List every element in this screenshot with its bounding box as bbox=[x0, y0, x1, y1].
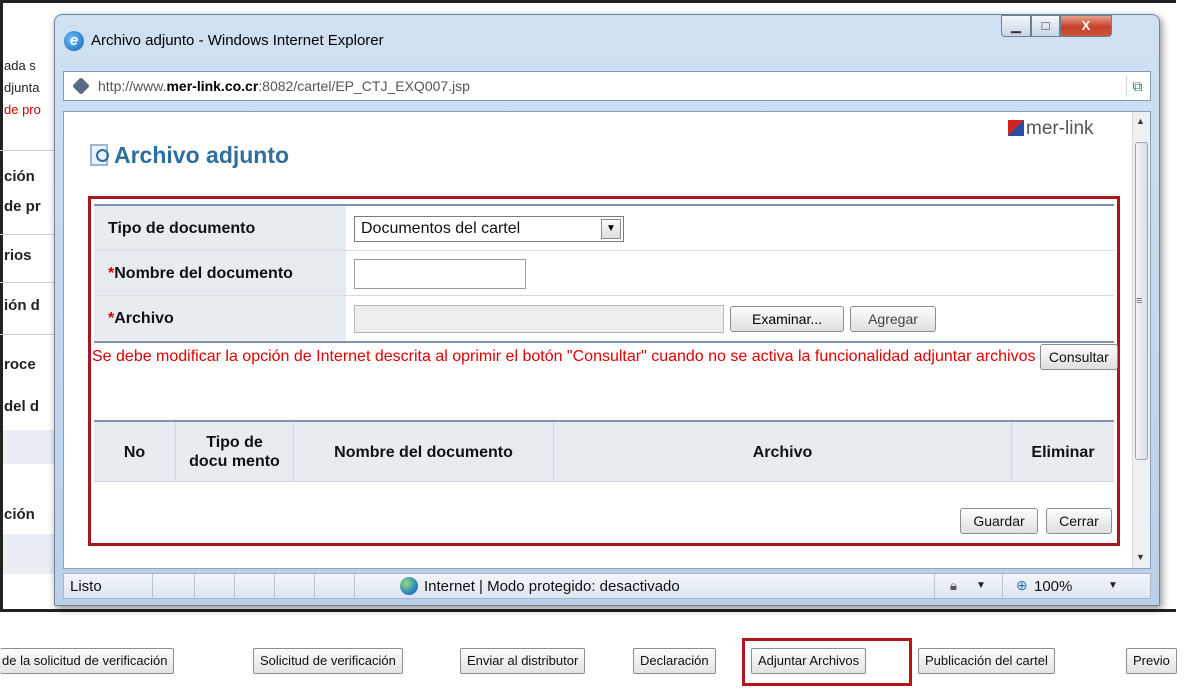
status-divider bbox=[314, 574, 315, 598]
bg-fragment-5: de pr bbox=[4, 198, 41, 215]
bg-separator bbox=[0, 282, 58, 283]
url-prefix: http://www. bbox=[98, 78, 167, 94]
window-title: Archivo adjunto - Windows Internet Explo… bbox=[91, 32, 384, 49]
address-bar[interactable]: http://www.mer-link.co.cr:8082/cartel/EP… bbox=[63, 71, 1151, 101]
nombre-label: *Nombre del documento bbox=[94, 251, 346, 295]
status-text: Listo bbox=[70, 578, 102, 595]
status-divider bbox=[234, 574, 235, 598]
mer-link-logo: mer-link bbox=[1008, 118, 1094, 140]
add-button[interactable]: Agregar bbox=[850, 306, 936, 332]
cartel-publication-button[interactable]: Publicación del cartel bbox=[918, 648, 1055, 674]
bg-fragment-7: ión d bbox=[4, 297, 40, 314]
internet-zone-icon bbox=[400, 577, 418, 595]
attachments-table: No Tipo de docu mento Nombre del documen… bbox=[94, 420, 1114, 482]
status-divider bbox=[194, 574, 195, 598]
ie-icon: e bbox=[64, 31, 84, 51]
url-suffix: :8082/cartel/EP_CTJ_EXQ007.jsp bbox=[258, 78, 470, 94]
send-to-distributor-button[interactable]: Enviar al distributor bbox=[460, 648, 586, 674]
zoom-icon[interactable]: ⊕ bbox=[1016, 577, 1028, 594]
warning-text: Se debe modificar la opción de Internet … bbox=[92, 348, 1036, 366]
column-header-eliminar: Eliminar bbox=[1031, 443, 1095, 461]
bg-band bbox=[3, 430, 58, 464]
scroll-grip-icon: ≡ bbox=[1136, 295, 1143, 307]
bg-fragment-1: ada s bbox=[4, 58, 36, 73]
ie-popup-window: e Archivo adjunto - Windows Internet Exp… bbox=[54, 14, 1160, 606]
tipo-select[interactable]: Documentos del cartel ▼ bbox=[354, 216, 624, 242]
column-header-archivo: Archivo bbox=[554, 422, 1012, 482]
nombre-label-text: Nombre del documento bbox=[114, 265, 293, 282]
bg-band bbox=[3, 534, 58, 574]
status-divider bbox=[1002, 574, 1003, 598]
site-icon bbox=[72, 77, 90, 95]
scroll-up-icon[interactable]: ▲ bbox=[1136, 116, 1145, 126]
status-bar: Listo Internet | Modo protegido: desacti… bbox=[63, 573, 1151, 599]
minimize-button[interactable]: ▁ bbox=[1001, 15, 1031, 37]
scroll-down-icon[interactable]: ▼ bbox=[1136, 552, 1145, 562]
chevron-down-icon[interactable]: ▼ bbox=[976, 580, 986, 591]
previous-button[interactable]: Previo bbox=[1126, 648, 1177, 674]
close-window-button[interactable]: X bbox=[1060, 15, 1112, 37]
bg-fragment-2: djunta bbox=[4, 80, 40, 95]
warning-message: Se debe modificar la opción de Internet … bbox=[92, 344, 1120, 370]
tipo-select-value: Documentos del cartel bbox=[361, 220, 521, 237]
close-button[interactable]: Cerrar bbox=[1046, 508, 1112, 534]
page-title: Archivo adjunto bbox=[90, 142, 289, 169]
status-divider bbox=[354, 574, 355, 598]
chevron-down-icon[interactable]: ▼ bbox=[601, 219, 621, 239]
protected-mode-icon[interactable]: 🔒︎ bbox=[950, 578, 957, 594]
bottom-action-bar: de la solicitud de verificación Solicitu… bbox=[0, 648, 1192, 676]
tipo-label: Tipo de documento bbox=[94, 206, 346, 250]
url-host: mer-link.co.cr bbox=[166, 78, 259, 94]
compatibility-view-icon[interactable]: ⧉ bbox=[1126, 75, 1148, 97]
bg-fragment-10: ción bbox=[4, 506, 35, 523]
declaration-button[interactable]: Declaración bbox=[633, 648, 716, 674]
status-divider bbox=[934, 574, 935, 598]
zoom-level[interactable]: 100% bbox=[1034, 578, 1072, 595]
bg-separator bbox=[0, 150, 58, 151]
address-url: http://www.mer-link.co.cr:8082/cartel/EP… bbox=[98, 78, 470, 94]
logo-text: mer-link bbox=[1026, 118, 1094, 139]
archivo-label: *Archivo bbox=[94, 296, 346, 341]
form-row-archivo: *Archivo Examinar... Agregar bbox=[94, 296, 1114, 341]
browse-button[interactable]: Examinar... bbox=[730, 306, 844, 332]
file-path-input[interactable] bbox=[354, 305, 724, 333]
window-title-bar[interactable]: e Archivo adjunto - Windows Internet Exp… bbox=[55, 15, 1159, 67]
column-header-tipo: Tipo de docu mento bbox=[176, 422, 294, 482]
chevron-down-icon[interactable]: ▼ bbox=[1108, 580, 1118, 591]
verification-request-button[interactable]: Solicitud de verificación bbox=[253, 648, 403, 674]
status-divider bbox=[274, 574, 275, 598]
bg-fragment-4: ción bbox=[4, 168, 35, 185]
bg-fragment-3: de pro bbox=[4, 102, 41, 117]
bg-separator bbox=[0, 334, 58, 335]
attachment-form: Tipo de documento Documentos del cartel ▼… bbox=[94, 204, 1114, 343]
nombre-input[interactable] bbox=[354, 259, 526, 289]
mer-link-logo-icon bbox=[1008, 120, 1024, 136]
bg-fragment-9: del d bbox=[4, 398, 40, 415]
archivo-label-text: Archivo bbox=[114, 310, 174, 327]
attach-files-highlight bbox=[742, 638, 912, 686]
security-zone-text[interactable]: Internet | Modo protegido: desactivado bbox=[424, 578, 680, 595]
document-search-icon bbox=[90, 144, 109, 166]
save-button[interactable]: Guardar bbox=[960, 508, 1038, 534]
consult-button[interactable]: Consultar bbox=[1039, 344, 1118, 370]
verification-request-detail-button[interactable]: de la solicitud de verificación bbox=[0, 648, 175, 674]
form-row-nombre: *Nombre del documento bbox=[94, 251, 1114, 296]
bg-fragment-8: roce bbox=[4, 356, 36, 373]
form-row-tipo: Tipo de documento Documentos del cartel ▼ bbox=[94, 206, 1114, 251]
status-divider bbox=[152, 574, 153, 598]
column-header-nombre: Nombre del documento bbox=[294, 422, 554, 482]
vertical-scrollbar[interactable]: ▲ ≡ ▼ bbox=[1132, 112, 1150, 568]
maximize-button[interactable]: □ bbox=[1031, 15, 1060, 37]
column-header-no: No bbox=[94, 422, 176, 482]
page-title-text: Archivo adjunto bbox=[114, 142, 290, 168]
table-header: No Tipo de docu mento Nombre del documen… bbox=[94, 422, 1114, 482]
bg-separator bbox=[0, 234, 58, 235]
bg-fragment-6: rios bbox=[4, 247, 32, 264]
page-content: mer-link Archivo adjunto Tipo de documen… bbox=[63, 111, 1151, 569]
